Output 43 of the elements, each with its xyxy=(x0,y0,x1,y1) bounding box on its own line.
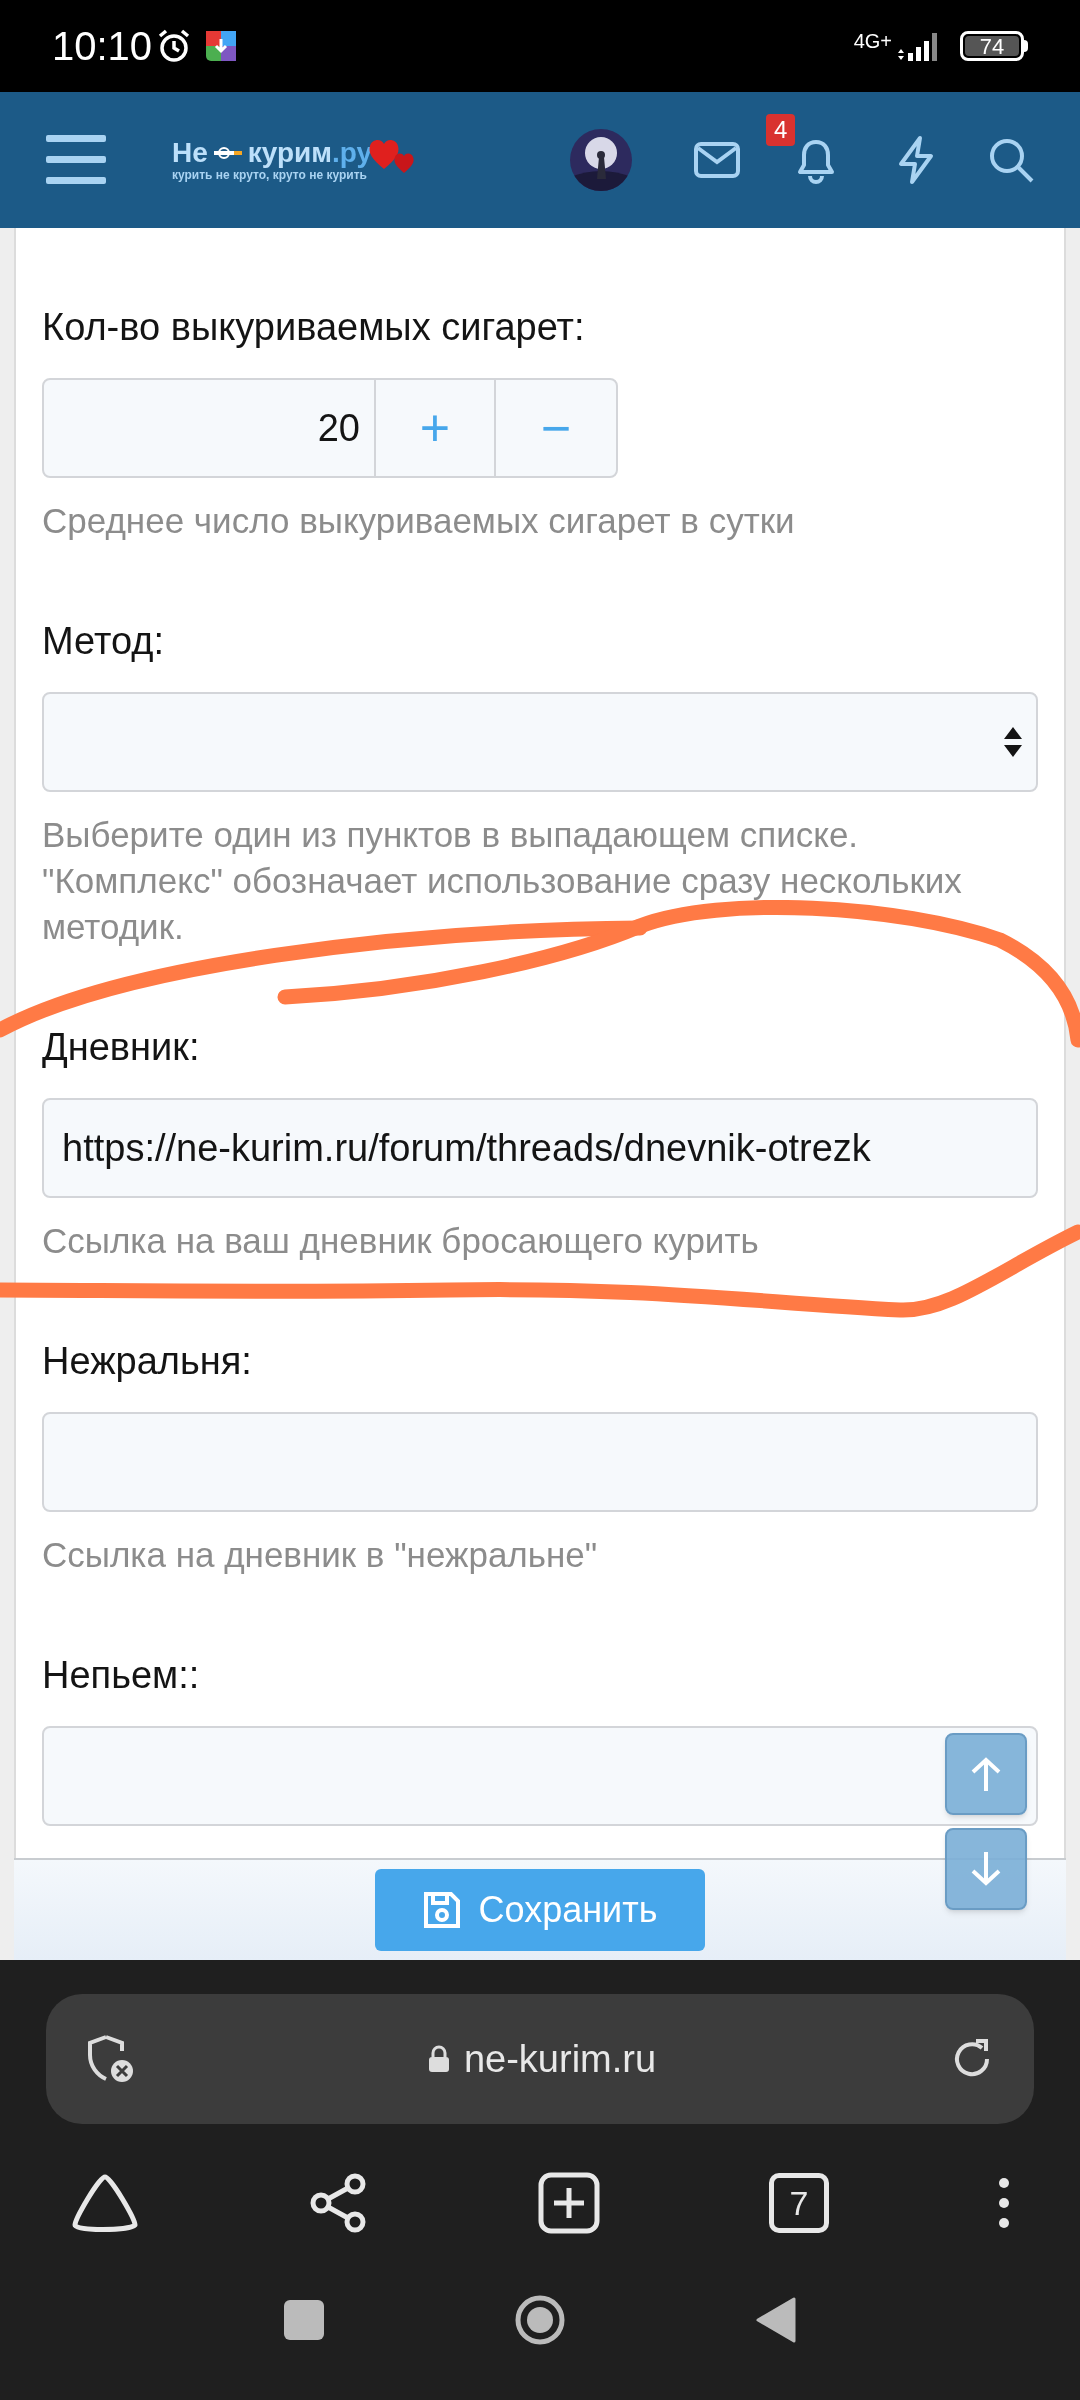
new-tab-icon[interactable] xyxy=(538,2172,600,2234)
logo-suffix: .ру xyxy=(332,138,373,168)
field-label: Метод: xyxy=(42,619,165,664)
lightning-icon[interactable] xyxy=(896,135,936,185)
tab-count-button[interactable]: 7 xyxy=(769,2173,829,2233)
field-hint: Среднее число выкуриваемых сигарет в сутки xyxy=(42,500,796,542)
app-icon xyxy=(206,31,237,61)
mail-icon[interactable] xyxy=(694,142,740,178)
text-input[interactable] xyxy=(42,1412,1038,1512)
status-time: 10:10 xyxy=(52,23,153,70)
text-input[interactable] xyxy=(42,1726,1038,1826)
lock-icon xyxy=(427,2045,450,2073)
network-type: 4G+ xyxy=(853,29,892,54)
number-input[interactable]: 20 xyxy=(44,380,374,476)
field-label: Кол-во выкуриваемых сигарет: xyxy=(42,305,586,350)
search-icon[interactable] xyxy=(988,137,1034,183)
text-input[interactable]: https://ne-kurim.ru/forum/threads/dnevnik-otrezk xyxy=(42,1098,1038,1198)
select-field[interactable] xyxy=(42,692,1038,792)
number-field[interactable]: 20 + − xyxy=(42,378,618,478)
shield-icon[interactable] xyxy=(86,2034,134,2084)
address-bar[interactable]: ne-kurim.ru xyxy=(46,1994,1034,2124)
menu-icon[interactable] xyxy=(46,135,106,185)
field-hint: Ссылка на ваш дневник бросающего курить xyxy=(42,1220,760,1262)
notification-badge: 4 xyxy=(766,114,796,146)
field-hint: Ссылка на дневник в "нежральне" xyxy=(42,1534,599,1576)
logo-word: Не xyxy=(172,138,208,168)
more-options-icon[interactable] xyxy=(998,2177,1010,2229)
scroll-up-button[interactable] xyxy=(945,1733,1027,1815)
field-hint: Выберите один из пунктов в выпадающем списке. "Комплекс" обозначает использование сразу нескольких методик. xyxy=(42,814,963,948)
home-circle-icon[interactable] xyxy=(514,2294,566,2346)
arrow-down-icon xyxy=(970,1852,1002,1886)
logo-tagline: курить не круто, круто не курить xyxy=(172,168,368,182)
back-icon[interactable] xyxy=(756,2297,796,2343)
field-label: Непьем:: xyxy=(42,1653,201,1698)
scroll-down-button[interactable] xyxy=(945,1828,1027,1910)
cigarette-icon xyxy=(213,147,242,159)
arrow-up-icon xyxy=(970,1757,1002,1791)
field-label: Дневник: xyxy=(42,1025,201,1070)
url-text: ne-kurim.ru xyxy=(463,2036,657,2082)
home-icon[interactable] xyxy=(70,2173,140,2233)
field-label: Нежральня: xyxy=(42,1339,253,1384)
sort-arrows-icon xyxy=(1004,727,1022,757)
logo-word: курим xyxy=(247,138,333,168)
